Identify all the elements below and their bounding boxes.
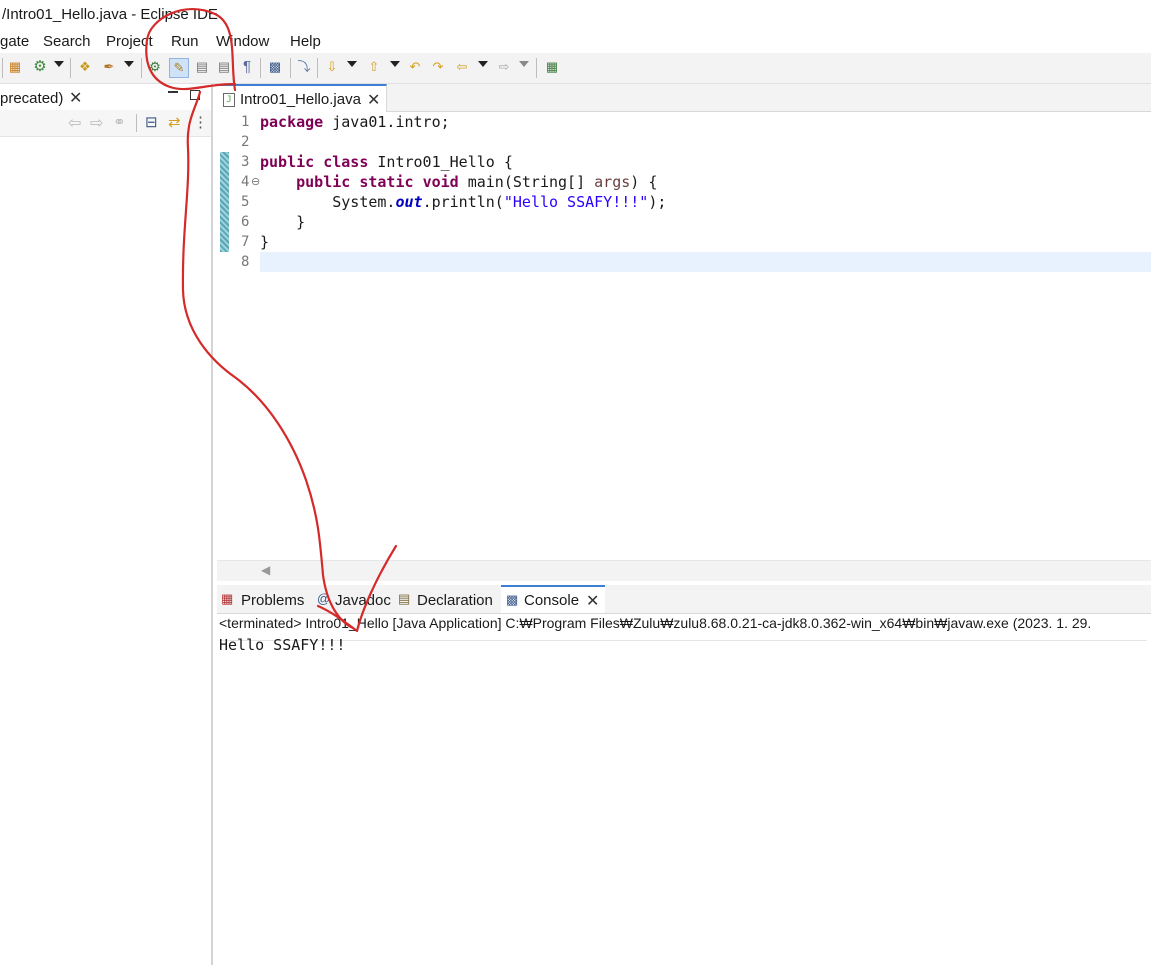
chevron-down-icon[interactable] bbox=[347, 61, 357, 67]
left-view-tab[interactable]: precated) ✕ bbox=[0, 84, 90, 110]
pin-icon[interactable]: ⤵ bbox=[295, 58, 313, 76]
left-view-panel bbox=[0, 84, 213, 965]
code-line-4: public static void main(String[] args) { bbox=[296, 173, 658, 191]
line-number: 3 bbox=[241, 154, 250, 170]
tab-console[interactable]: ▩ Console ✕ bbox=[501, 585, 605, 613]
toolbar-separator bbox=[317, 58, 318, 78]
menu-bar: gate Search Project Run Window Help bbox=[0, 30, 1151, 53]
code-line-6: } bbox=[296, 213, 306, 231]
editor-tab-label: Intro01_Hello.java bbox=[240, 91, 361, 108]
toolbar-separator bbox=[290, 58, 291, 78]
tab-console-label: Console bbox=[524, 592, 580, 609]
bottom-view-tab-bar: ▦ Problems @ Javadoc ▤ Declaration ▩ Con… bbox=[217, 585, 1151, 614]
console-divider bbox=[219, 640, 1147, 641]
next-edit-location-icon[interactable]: ↷ bbox=[429, 58, 447, 76]
up-icon[interactable]: ⚭ bbox=[113, 113, 126, 131]
main-toolbar: ▦ ⚙ ❖ ✒ ⚙ ✎ ▤ ▤ ¶ ▩ ⤵ ⇩ ⇧ ↶ ↷ ⇦ ⇨ ▦ bbox=[0, 53, 1151, 84]
line-number: 1 bbox=[241, 114, 250, 130]
maximize-icon[interactable] bbox=[190, 90, 200, 100]
line-number: 4 bbox=[241, 174, 250, 190]
title-bar: /Intro01_Hello.java - Eclipse IDE bbox=[0, 0, 1151, 30]
code-text-area[interactable]: package java01.intro; public class Intro… bbox=[260, 112, 1151, 560]
search-icon[interactable]: ✒ bbox=[100, 58, 118, 76]
back-icon[interactable]: ⇦ bbox=[68, 113, 81, 133]
code-editor[interactable]: 1 2 3 4 5 6 7 8 ⊖ package java01.intro; … bbox=[217, 112, 1151, 560]
chevron-down-icon[interactable] bbox=[124, 61, 134, 67]
line-number: 8 bbox=[241, 254, 250, 270]
tab-problems[interactable]: ▦ Problems bbox=[217, 585, 309, 613]
forward-icon[interactable]: ⇨ bbox=[495, 58, 513, 76]
console-output[interactable]: Hello SSAFY!!! bbox=[219, 636, 345, 654]
toggle-block-selection-icon[interactable]: ▤ bbox=[215, 58, 233, 76]
show-whitespace-icon[interactable]: ¶ bbox=[238, 58, 256, 76]
toggle-word-wrap-icon[interactable]: ▤ bbox=[193, 58, 211, 76]
close-icon[interactable]: ✕ bbox=[586, 591, 599, 611]
close-icon[interactable]: ✕ bbox=[69, 88, 82, 108]
window-title: /Intro01_Hello.java - Eclipse IDE bbox=[2, 6, 218, 23]
problems-icon: ▦ bbox=[221, 591, 234, 606]
menu-navigate[interactable]: gate bbox=[0, 33, 29, 50]
editor-tab-intro01-hello[interactable]: J Intro01_Hello.java ✕ bbox=[217, 84, 387, 112]
menu-window[interactable]: Window bbox=[216, 33, 269, 50]
toolbar-separator bbox=[260, 58, 261, 78]
console-icon[interactable]: ▩ bbox=[266, 58, 284, 76]
forward-icon[interactable]: ⇨ bbox=[90, 113, 103, 133]
scroll-left-icon[interactable]: ◀ bbox=[261, 563, 270, 577]
horizontal-scrollbar[interactable]: ◀ bbox=[217, 560, 1151, 581]
open-type-icon[interactable]: ❖ bbox=[76, 58, 94, 76]
minimize-icon[interactable] bbox=[168, 91, 178, 95]
chevron-down-icon[interactable] bbox=[519, 61, 529, 67]
line-number: 7 bbox=[241, 234, 250, 250]
tab-javadoc[interactable]: @ Javadoc bbox=[313, 585, 393, 613]
last-edit-location-icon[interactable]: ↶ bbox=[406, 58, 424, 76]
toolbar-separator bbox=[136, 114, 137, 132]
toggle-mark-occurrences-icon[interactable]: ✎ bbox=[169, 58, 189, 78]
toggle-breadcrumb-icon[interactable]: ⚙ bbox=[146, 58, 164, 76]
next-annotation-icon[interactable]: ⇩ bbox=[323, 58, 341, 76]
code-line-7: } bbox=[260, 233, 270, 251]
console-status-line: <terminated> Intro01_Hello [Java Applica… bbox=[219, 615, 1092, 631]
menu-run[interactable]: Run bbox=[171, 33, 199, 50]
menu-help[interactable]: Help bbox=[290, 33, 321, 50]
java-file-icon: J bbox=[223, 93, 235, 107]
toolbar-separator bbox=[536, 58, 537, 78]
chevron-down-icon[interactable] bbox=[390, 61, 400, 67]
tab-declaration[interactable]: ▤ Declaration bbox=[395, 585, 499, 613]
javadoc-icon: @ bbox=[317, 591, 331, 606]
left-view-toolbar: ⇦ ⇨ ⚭ ⊟ ⇄ ⋮ bbox=[0, 110, 211, 137]
link-with-editor-icon[interactable]: ⇄ bbox=[168, 113, 181, 131]
debug-icon[interactable]: ⚙ bbox=[31, 58, 49, 76]
menu-search[interactable]: Search bbox=[43, 33, 91, 50]
close-icon[interactable]: ✕ bbox=[367, 90, 380, 110]
chevron-down-icon[interactable] bbox=[54, 61, 64, 67]
left-view-tab-label: precated) bbox=[0, 90, 64, 107]
quick-diff-ruler bbox=[217, 112, 229, 560]
line-number: 6 bbox=[241, 214, 250, 230]
menu-project[interactable]: Project bbox=[106, 33, 153, 50]
open-perspective-icon[interactable]: ▦ bbox=[543, 58, 561, 76]
previous-annotation-icon[interactable]: ⇧ bbox=[365, 58, 383, 76]
code-line-3: public class Intro01_Hello { bbox=[260, 153, 513, 171]
declaration-icon: ▤ bbox=[398, 591, 411, 606]
toolbar-separator bbox=[141, 58, 142, 78]
back-icon[interactable]: ⇦ bbox=[453, 58, 471, 76]
toolbar-separator bbox=[2, 58, 3, 78]
line-number: 5 bbox=[241, 194, 250, 210]
code-line-5: System.out.println("Hello SSAFY!!!"); bbox=[332, 193, 667, 211]
collapse-all-icon[interactable]: ⊟ bbox=[145, 113, 158, 131]
view-menu-icon[interactable]: ⋮ bbox=[193, 113, 208, 131]
tab-declaration-label: Declaration bbox=[417, 592, 493, 609]
line-number: 2 bbox=[241, 134, 250, 150]
tab-javadoc-label: Javadoc bbox=[335, 592, 391, 609]
skip-breakpoints-icon[interactable]: ▦ bbox=[6, 58, 24, 76]
console-icon: ▩ bbox=[506, 592, 519, 607]
toolbar-separator bbox=[70, 58, 71, 78]
fold-collapse-icon[interactable]: ⊖ bbox=[251, 175, 260, 188]
changed-lines-marker bbox=[220, 152, 229, 252]
chevron-down-icon[interactable] bbox=[478, 61, 488, 67]
tab-problems-label: Problems bbox=[241, 592, 305, 609]
code-line-1: package java01.intro; bbox=[260, 113, 450, 131]
